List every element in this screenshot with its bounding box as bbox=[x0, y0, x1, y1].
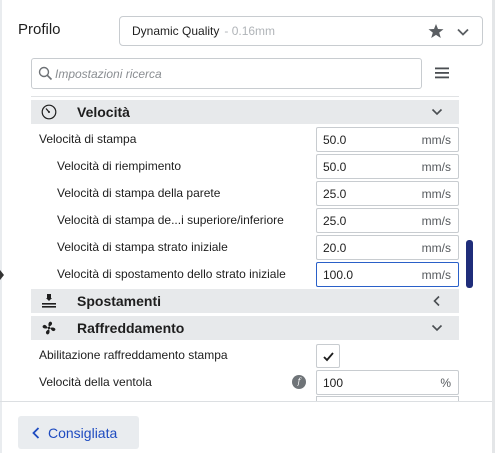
setting-input[interactable]: 25.0 mm/s bbox=[316, 208, 459, 233]
function-icon[interactable]: f bbox=[292, 375, 306, 389]
profile-name: Dynamic Quality bbox=[132, 24, 220, 38]
chevron-left-icon[interactable] bbox=[431, 295, 443, 307]
setting-unit: mm/s bbox=[421, 160, 451, 174]
drag-handle-icon[interactable] bbox=[0, 270, 4, 280]
setting-input[interactable]: 20.0 mm/s bbox=[316, 235, 459, 260]
setting-input[interactable]: 50.0 mm/s bbox=[316, 127, 459, 152]
setting-value: 25.0 bbox=[323, 187, 347, 201]
setting-label: Velocità di spostamento dello strato ini… bbox=[57, 267, 286, 281]
checkmark-icon bbox=[323, 352, 334, 362]
setting-input[interactable]: 100.0 mm/s bbox=[316, 262, 459, 287]
setting-value: 50.0 bbox=[323, 133, 347, 147]
setting-label: Velocità di stampa bbox=[39, 132, 137, 146]
setting-unit: mm/s bbox=[421, 133, 451, 147]
left-edge bbox=[0, 0, 2, 453]
setting-unit: mm/s bbox=[421, 268, 451, 282]
setting-label: Velocità di stampa strato iniziale bbox=[57, 240, 228, 254]
setting-unit: mm/s bbox=[421, 241, 451, 255]
star-icon[interactable] bbox=[428, 23, 444, 39]
chevron-down-icon[interactable] bbox=[431, 322, 443, 334]
setting-unit: mm/s bbox=[421, 187, 451, 201]
speedometer-icon bbox=[41, 104, 57, 120]
setting-row: Velocità di riempimento 50.0 mm/s bbox=[31, 153, 459, 180]
setting-row: Velocità di stampa 50.0 mm/s bbox=[31, 126, 459, 153]
profile-select[interactable]: Dynamic Quality - 0.16mm bbox=[119, 16, 483, 46]
category-speed[interactable]: Velocità bbox=[31, 100, 459, 124]
setting-input[interactable]: 25.0 mm/s bbox=[316, 181, 459, 206]
setting-row: Abilitazione raffreddamento stampa bbox=[31, 342, 459, 369]
setting-label: Velocità di stampa de...i superiore/infe… bbox=[57, 213, 284, 227]
profile-detail: - 0.16mm bbox=[224, 24, 276, 38]
fan-icon bbox=[42, 321, 56, 335]
divider bbox=[31, 96, 459, 97]
search-icon bbox=[38, 66, 53, 81]
setting-value: 20.0 bbox=[323, 241, 347, 255]
setting-label: Abilitazione raffreddamento stampa bbox=[39, 348, 228, 362]
search-bar[interactable] bbox=[31, 58, 422, 89]
setting-input[interactable]: 100 % bbox=[316, 370, 459, 395]
setting-row: Velocità della ventola f 100 % bbox=[31, 369, 459, 396]
category-label: Spostamenti bbox=[77, 293, 162, 309]
setting-label: Velocità di riempimento bbox=[57, 159, 182, 173]
recommended-mode-button[interactable]: Consigliata bbox=[18, 416, 139, 449]
divider bbox=[0, 401, 492, 402]
chevron-down-icon[interactable] bbox=[456, 25, 470, 39]
hamburger-menu-icon[interactable] bbox=[434, 66, 450, 80]
setting-value: 100.0 bbox=[323, 268, 354, 282]
category-label: Velocità bbox=[77, 104, 130, 120]
enable-cooling-checkbox[interactable] bbox=[316, 344, 340, 368]
setting-unit: % bbox=[440, 376, 451, 390]
setting-label: Velocità di stampa della parete bbox=[57, 186, 221, 200]
chevron-down-icon[interactable] bbox=[431, 106, 443, 118]
chevron-left-icon bbox=[32, 426, 40, 439]
recommended-label: Consigliata bbox=[48, 424, 118, 441]
setting-row: Velocità di stampa strato iniziale 20.0 … bbox=[31, 234, 459, 261]
setting-input[interactable]: 50.0 mm/s bbox=[316, 154, 459, 179]
setting-unit: mm/s bbox=[421, 214, 451, 228]
category-travel[interactable]: Spostamenti bbox=[31, 289, 459, 313]
profile-label: Profilo bbox=[18, 21, 61, 38]
category-cooling[interactable]: Raffreddamento bbox=[31, 316, 459, 340]
setting-label: Velocità della ventola bbox=[39, 375, 152, 389]
travel-icon bbox=[42, 294, 56, 308]
category-label: Raffreddamento bbox=[77, 320, 185, 336]
search-input[interactable] bbox=[55, 65, 415, 83]
setting-row: Velocità di spostamento dello strato ini… bbox=[31, 261, 459, 288]
setting-value: 50.0 bbox=[323, 160, 347, 174]
setting-value: 25.0 bbox=[323, 214, 347, 228]
setting-value: 100 bbox=[323, 376, 344, 390]
setting-row: Velocità di stampa della parete 25.0 mm/… bbox=[31, 180, 459, 207]
scrollbar-thumb[interactable] bbox=[466, 240, 473, 288]
setting-row: Velocità di stampa de...i superiore/infe… bbox=[31, 207, 459, 234]
